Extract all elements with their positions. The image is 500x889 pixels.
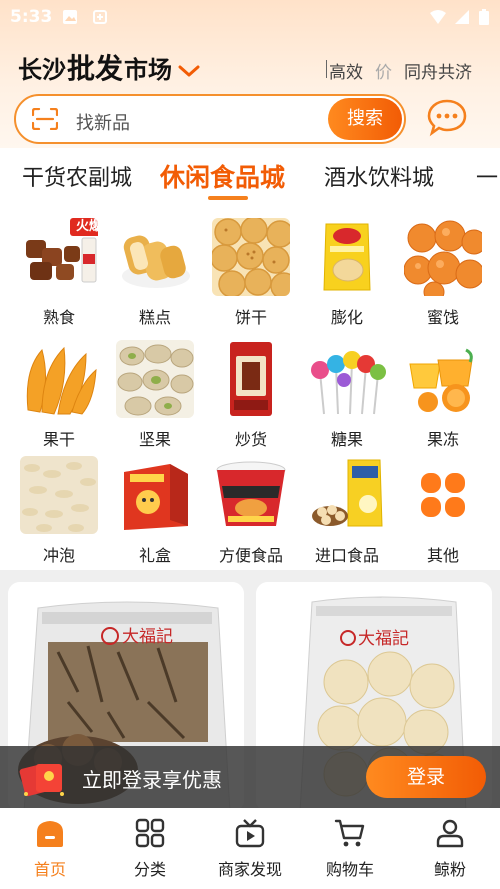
login-promo-banner: 立即登录享优惠 登录 xyxy=(0,746,500,808)
city-suffix: 市场 xyxy=(124,56,173,84)
category-item-dried-fruit[interactable]: 果干 xyxy=(11,340,107,450)
category-item-jelly[interactable]: 果冻 xyxy=(395,340,491,450)
category-item-imported-food[interactable]: 进口食品 xyxy=(299,456,395,566)
category-item-cooked-food[interactable]: 火爆 熟食 xyxy=(11,218,107,328)
category-label: 蜜饯 xyxy=(426,308,459,327)
category-item-nut[interactable]: 坚果 xyxy=(107,340,203,450)
search-bar: 找新品 搜索 xyxy=(14,94,406,144)
nav-item-home[interactable]: 首页 xyxy=(0,818,100,880)
nav-label: 鲸粉 xyxy=(433,860,466,879)
signal-icon xyxy=(455,10,469,24)
city-name: 长沙 xyxy=(18,56,66,84)
bottom-navigation: 首页 分类 商家发现 购物车 鲸粉 xyxy=(0,808,500,889)
header: 长沙 批发 市场 高效 价 同舟共济 xyxy=(0,40,500,88)
red-envelope-icon xyxy=(19,763,64,797)
nut-icon xyxy=(116,340,194,418)
category-item-puffed-snack[interactable]: 膨化 xyxy=(299,218,395,328)
category-label: 糕点 xyxy=(138,308,171,327)
candied-fruit-icon xyxy=(404,218,482,296)
category-label: 熟食 xyxy=(42,308,75,327)
category-label: 膨化 xyxy=(330,308,363,327)
merchant-discover-icon xyxy=(235,819,265,848)
nav-item-profile[interactable]: 鲸粉 xyxy=(400,818,500,880)
app-notification-icon xyxy=(93,10,107,24)
category-label: 饼干 xyxy=(234,308,267,327)
nav-item-cart[interactable]: 购物车 xyxy=(300,818,400,880)
gift-box-icon xyxy=(116,456,194,534)
category-icon xyxy=(135,818,165,848)
nav-label: 首页 xyxy=(33,860,66,879)
home-icon xyxy=(37,821,63,847)
dried-fruit-icon xyxy=(20,340,98,418)
biscuit-icon xyxy=(212,218,290,296)
nav-item-category[interactable]: 分类 xyxy=(100,818,200,880)
slogan-item: 价 xyxy=(375,63,392,83)
category-label: 糖果 xyxy=(330,430,363,449)
category-label: 果冻 xyxy=(426,430,459,449)
category-label: 坚果 xyxy=(138,430,171,449)
roasted-seed-icon xyxy=(212,340,290,418)
login-button[interactable]: 登录 xyxy=(366,756,486,798)
other-icon xyxy=(404,456,482,534)
slogan-item: 同舟共济 xyxy=(404,63,472,83)
product-brand: 大福記 xyxy=(122,627,173,647)
category-label: 冲泡 xyxy=(42,546,75,565)
message-icon[interactable] xyxy=(426,98,468,138)
pastry-icon xyxy=(116,218,194,296)
category-label: 果干 xyxy=(42,430,75,449)
status-time: 5:33 xyxy=(10,7,53,27)
tab-drinks[interactable]: 酒水饮料城 xyxy=(324,160,434,192)
active-tab-indicator xyxy=(208,196,248,200)
imported-food-icon xyxy=(308,456,386,534)
scan-icon[interactable] xyxy=(32,108,58,130)
category-item-candied-fruit[interactable]: 蜜饯 xyxy=(395,218,491,328)
cart-icon xyxy=(334,819,365,847)
hot-badge: 火爆 xyxy=(70,218,98,236)
category-tabs: 干货农副城 休闲食品城 酒水饮料城 一 xyxy=(0,148,500,204)
category-label: 其他 xyxy=(426,546,459,565)
status-bar: 5:33 xyxy=(0,0,500,34)
category-item-pastry[interactable]: 糕点 xyxy=(107,218,203,328)
candy-icon xyxy=(308,340,386,418)
category-item-roasted-seed[interactable]: 炒货 xyxy=(203,340,299,450)
category-label: 方便食品 xyxy=(218,546,283,565)
city-market-selector[interactable]: 长沙 批发 市场 xyxy=(18,47,200,87)
category-item-biscuit[interactable]: 饼干 xyxy=(203,218,299,328)
instant-noodle-icon xyxy=(212,456,290,534)
search-button[interactable]: 搜索 xyxy=(328,98,402,140)
nav-label: 商家发现 xyxy=(217,860,282,879)
category-item-other[interactable]: 其他 xyxy=(395,456,491,566)
category-item-instant-drink[interactable]: 冲泡 xyxy=(11,456,107,566)
nav-item-merchant-discover[interactable]: 商家发现 xyxy=(200,818,300,880)
category-label: 炒货 xyxy=(234,430,267,449)
puffed-snack-icon xyxy=(308,218,386,296)
category-grid: 火爆 熟食 糕点 饼干 膨化 蜜饯 果干 坚果 炒货 糖果 果冻 冲泡 礼盒 方… xyxy=(0,204,500,570)
slogan-ticker: 高效 价 同舟共济 xyxy=(326,58,484,83)
wifi-icon xyxy=(430,10,446,24)
gallery-notification-icon xyxy=(63,10,77,24)
instant-drink-icon xyxy=(20,456,98,534)
city-highlight: 批发 xyxy=(67,52,124,85)
nav-label: 分类 xyxy=(133,860,166,879)
category-item-instant-noodle[interactable]: 方便食品 xyxy=(203,456,299,566)
jelly-icon xyxy=(404,340,482,418)
tab-more[interactable]: 一 xyxy=(476,160,498,192)
profile-icon xyxy=(436,819,464,848)
nav-label: 购物车 xyxy=(325,860,374,879)
search-input[interactable]: 找新品 xyxy=(76,109,130,135)
category-label: 进口食品 xyxy=(314,546,379,565)
slogan-divider xyxy=(326,60,327,78)
battery-icon xyxy=(479,9,489,25)
chevron-down-icon xyxy=(178,65,200,77)
tab-snack-food[interactable]: 休闲食品城 xyxy=(160,158,285,194)
category-label: 礼盒 xyxy=(138,546,171,565)
tab-dry-goods[interactable]: 干货农副城 xyxy=(22,160,132,192)
product-brand: 大福記 xyxy=(358,629,409,649)
slogan-item: 高效 xyxy=(329,63,363,83)
category-item-gift-box[interactable]: 礼盒 xyxy=(107,456,203,566)
login-promo-text: 立即登录享优惠 xyxy=(82,768,222,792)
category-item-candy[interactable]: 糖果 xyxy=(299,340,395,450)
